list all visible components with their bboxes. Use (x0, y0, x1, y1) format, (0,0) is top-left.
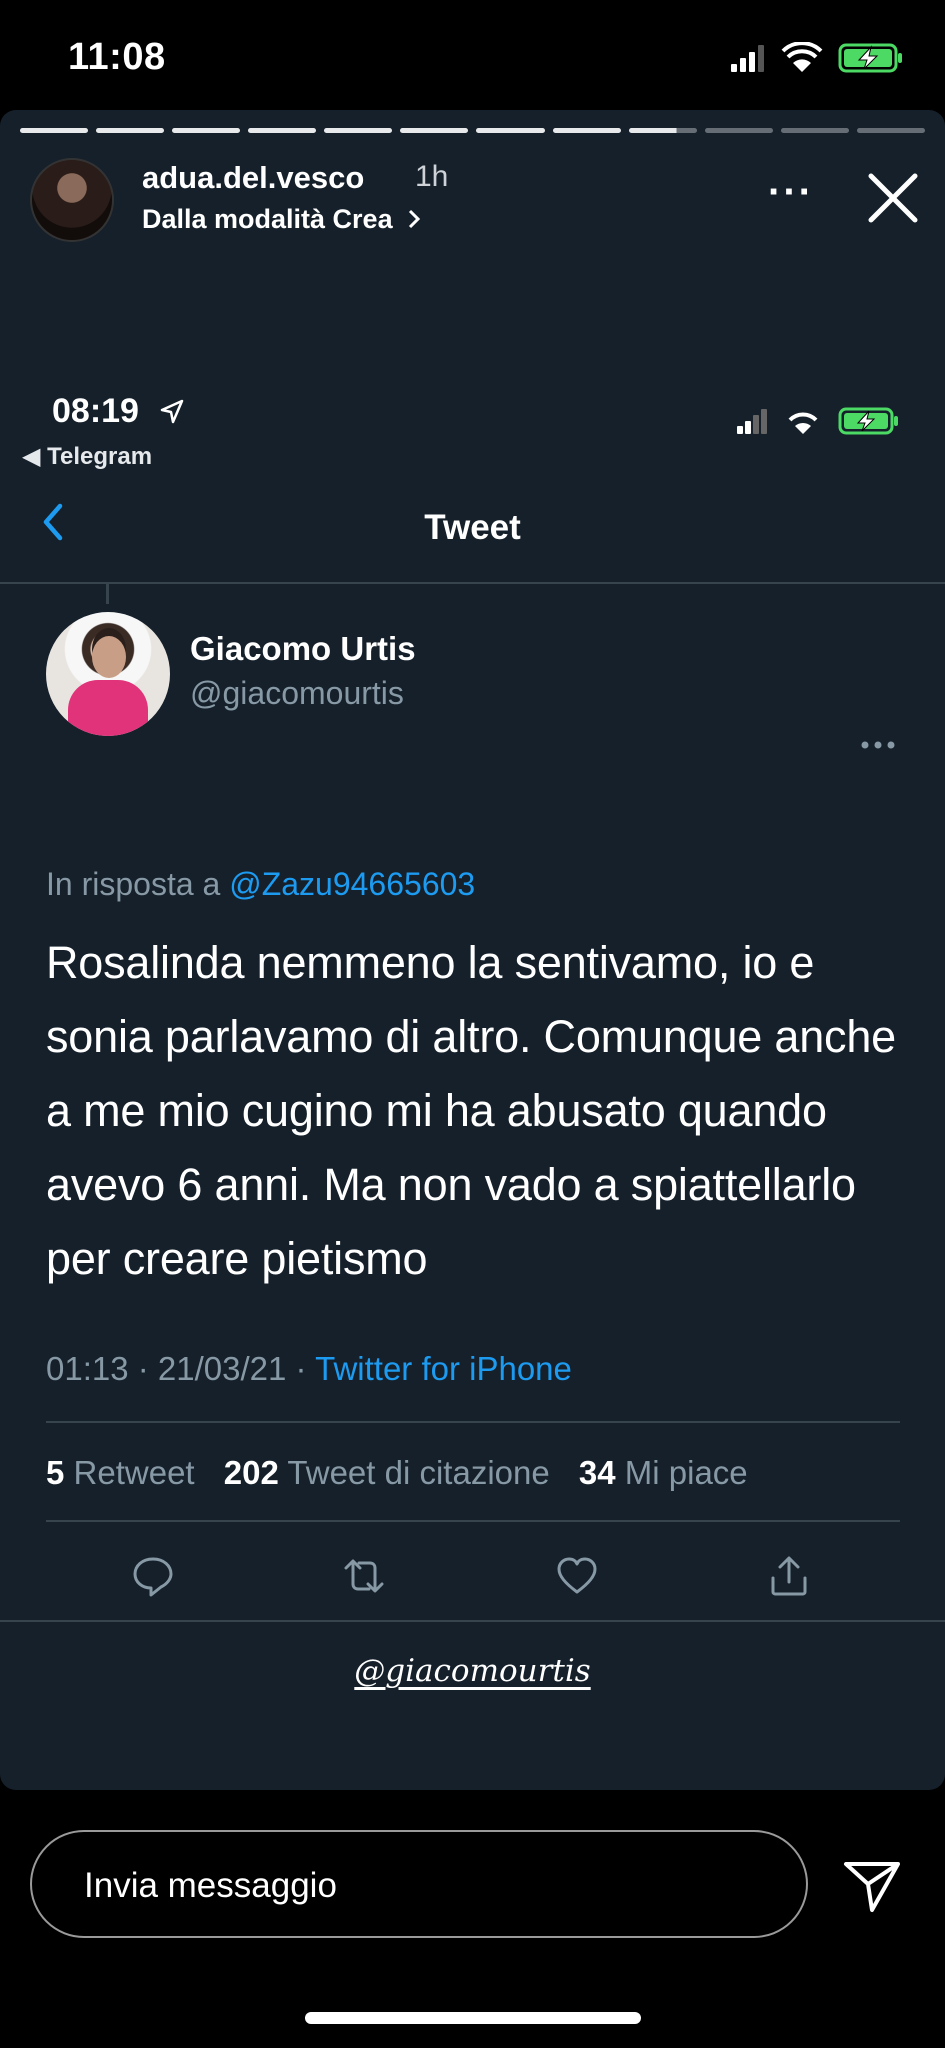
tweet-metadata: 01:13 · 21/03/21 · Twitter for iPhone (46, 1350, 572, 1388)
chevron-right-icon (409, 209, 421, 229)
tweet-source-link[interactable]: Twitter for iPhone (315, 1350, 572, 1387)
share-icon[interactable] (767, 1554, 811, 1598)
mention-sticker-text: @giacomourtis (354, 1653, 591, 1689)
wifi-icon (781, 42, 823, 72)
story-progress-segment (172, 128, 241, 133)
retweets-label: Retweet (73, 1454, 195, 1491)
story-progress-segment (476, 128, 545, 133)
reply-icon[interactable] (131, 1554, 175, 1598)
battery-charging-icon (838, 43, 902, 73)
nav-divider (0, 582, 945, 584)
inner-status-icons (737, 407, 898, 435)
story-progress-segment (628, 128, 697, 133)
likes-label: Mi piace (624, 1454, 748, 1491)
story-progress-segment (704, 128, 773, 133)
signal-icon (731, 45, 764, 72)
tweet-author-name[interactable]: Giacomo Urtis (190, 630, 416, 668)
likes-stat[interactable]: 34 Mi piace (579, 1454, 748, 1491)
signal-icon (737, 409, 767, 434)
tweet-author-handle[interactable]: @giacomourtis (190, 675, 404, 712)
divider (46, 1421, 900, 1423)
story-progress-segment (400, 128, 469, 133)
story-progress-segment (324, 128, 393, 133)
retweet-icon[interactable] (342, 1554, 386, 1598)
back-to-telegram-link[interactable]: ◀ Telegram (22, 442, 152, 471)
tweet-author-avatar[interactable] (46, 612, 170, 736)
tweet-stats: 5 Retweet 202 Tweet di citazione 34 Mi p… (46, 1454, 748, 1492)
tweet-text: Rosalinda nemmeno la sentivamo, io e son… (46, 937, 897, 1284)
retweets-stat[interactable]: 5 Retweet (46, 1454, 195, 1491)
quotes-label: Tweet di citazione (287, 1454, 550, 1491)
story-progress-segment (248, 128, 317, 133)
story-more-button[interactable]: ··· (768, 170, 814, 215)
reply-to-handle-link[interactable]: @Zazu94665603 (229, 866, 475, 902)
story-progress-bar (20, 128, 925, 133)
status-icons (731, 42, 902, 73)
mention-sticker[interactable]: @giacomourtis (0, 1653, 945, 1689)
send-message-placeholder: Invia messaggio (84, 1866, 337, 1905)
inner-status-time: 08:19 (52, 392, 139, 430)
story-progress-segment (856, 128, 925, 133)
retweets-count: 5 (46, 1454, 65, 1491)
thread-connector-line (106, 584, 109, 604)
battery-charging-icon (838, 407, 898, 435)
more-options-icon[interactable] (860, 740, 896, 750)
story-progress-segment (552, 128, 621, 133)
story-author-username[interactable]: adua.del.vesco (142, 160, 364, 196)
story-create-mode-link[interactable]: Dalla modalità Crea (142, 204, 422, 235)
quotes-stat[interactable]: 202 Tweet di citazione (224, 1454, 550, 1491)
quotes-count: 202 (223, 1454, 279, 1491)
story-progress-segment (780, 128, 849, 133)
likes-count: 34 (578, 1454, 616, 1491)
reply-prefix: In risposta a (46, 866, 221, 902)
home-indicator (305, 2012, 641, 2024)
send-icon[interactable] (842, 1858, 902, 1914)
location-arrow-icon (160, 399, 184, 424)
story-timestamp: 1h (415, 160, 449, 193)
wifi-icon (788, 412, 818, 434)
story-progress-segment (20, 128, 89, 133)
heart-icon[interactable] (555, 1554, 599, 1598)
story-author-avatar[interactable] (30, 158, 114, 242)
story-progress-segment (96, 128, 165, 133)
close-icon[interactable] (865, 170, 921, 226)
story-subtitle: Dalla modalità Crea (142, 204, 393, 234)
divider (46, 1520, 900, 1522)
tweet-time-date: 01:13 · 21/03/21 · (46, 1350, 307, 1387)
divider (0, 1620, 945, 1622)
page-title: Tweet (424, 508, 521, 547)
reply-context: In risposta a @Zazu94665603 (46, 866, 475, 903)
story-card[interactable]: adua.del.vesco 1h Dalla modalità Crea ··… (0, 110, 945, 1790)
status-time: 11:08 (68, 36, 166, 78)
